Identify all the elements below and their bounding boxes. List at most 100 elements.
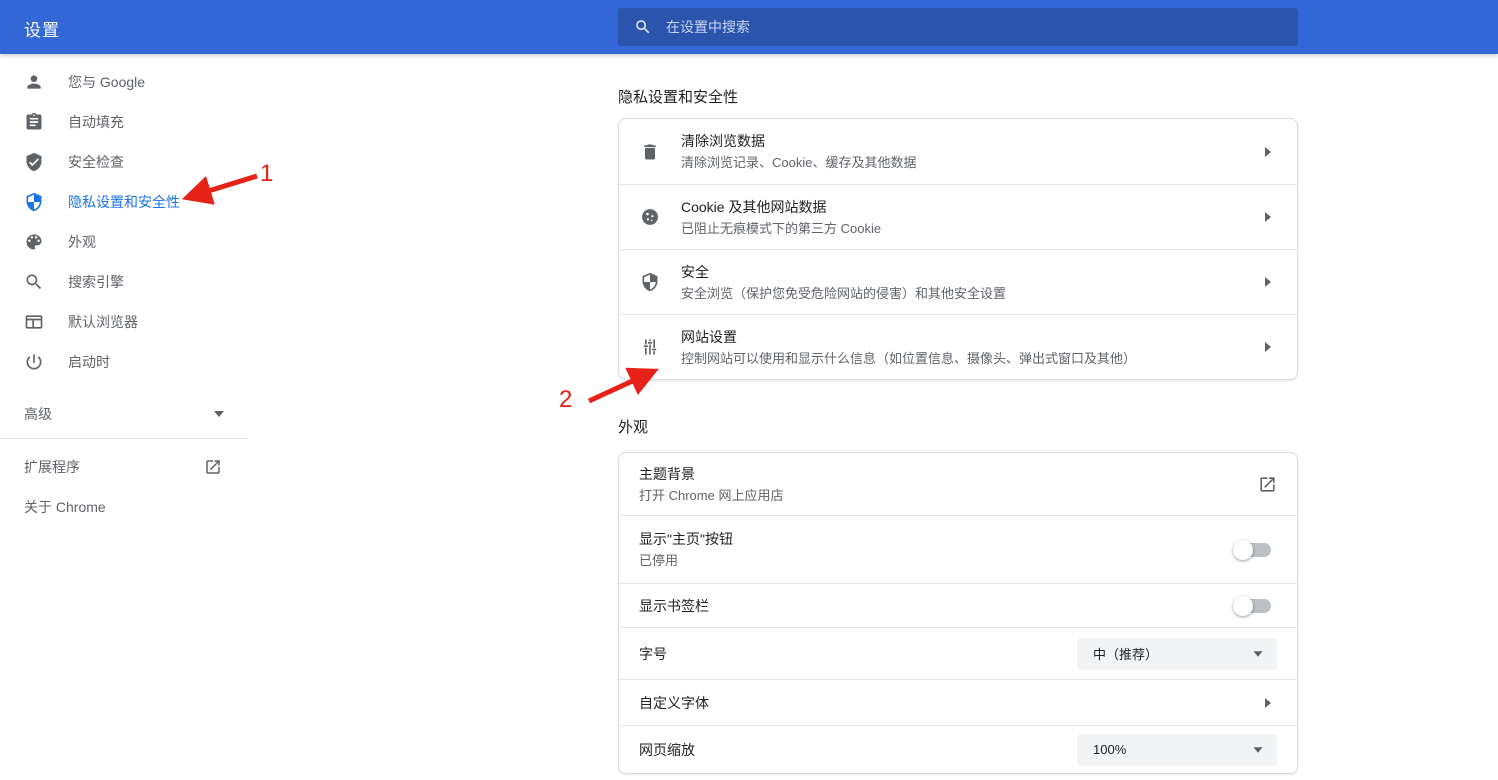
row-title: 自定义字体	[639, 694, 709, 711]
cookie-icon	[639, 206, 661, 228]
search-engine-icon	[24, 272, 44, 292]
row-title: 清除浏览数据	[681, 133, 765, 149]
row-theme[interactable]: 主题背景 打开 Chrome 网上应用店	[619, 453, 1297, 515]
sidebar-item-label: 搜索引擎	[68, 274, 124, 290]
row-text: 字号	[639, 645, 1077, 663]
row-title: 字号	[639, 645, 667, 662]
sidebar-item-autofill[interactable]: 自动填充	[0, 102, 248, 142]
home-button-toggle[interactable]	[1233, 539, 1271, 560]
sidebar-divider	[0, 438, 248, 439]
power-icon	[24, 352, 44, 372]
shield-icon	[639, 271, 661, 293]
row-clear-browsing-data[interactable]: 清除浏览数据 清除浏览记录、Cookie、缓存及其他数据	[619, 119, 1297, 184]
trash-icon	[639, 141, 661, 163]
chevron-right-icon	[1265, 212, 1271, 222]
chevron-down-icon	[1253, 746, 1263, 753]
external-link-icon	[206, 460, 220, 474]
sidebar-item-label: 隐私设置和安全性	[68, 194, 180, 210]
row-font-size: 字号 中（推荐）	[619, 627, 1297, 679]
row-text: 网页缩放	[639, 741, 1077, 759]
advanced-label: 高级	[24, 406, 52, 422]
chevron-right-icon	[1265, 146, 1271, 157]
row-title: 主题背景	[639, 465, 695, 482]
sidebar: 您与 Google 自动填充 安全检查 隐私设置和安全性 外观 搜索引擎 默认浏…	[0, 54, 248, 527]
row-title: 显示"主页"按钮	[639, 531, 733, 547]
annotation-number-2: 2	[559, 386, 573, 413]
row-cookies[interactable]: Cookie 及其他网站数据 已阻止无痕模式下的第三方 Cookie	[619, 184, 1297, 249]
sidebar-item-label: 安全检查	[68, 154, 124, 170]
extensions-label: 扩展程序	[24, 459, 80, 475]
chevron-down-icon	[1253, 650, 1263, 657]
header-toolbar: 设置	[0, 0, 1498, 54]
sidebar-item-on-startup[interactable]: 启动时	[0, 342, 248, 382]
row-title: 显示书签栏	[639, 597, 709, 614]
chevron-right-icon	[1265, 277, 1271, 287]
row-subtitle: 已停用	[639, 553, 679, 568]
sidebar-item-label: 您与 Google	[68, 74, 146, 90]
chevron-down-icon	[214, 411, 224, 417]
page-zoom-select[interactable]: 100%	[1077, 733, 1277, 766]
font-size-select[interactable]: 中（推荐）	[1077, 637, 1277, 670]
row-text: 显示"主页"按钮 已停用	[639, 530, 1237, 569]
row-subtitle: 安全浏览（保护您免受危险网站的侵害）和其他安全设置	[681, 285, 1007, 301]
sidebar-item-search-engine[interactable]: 搜索引擎	[0, 262, 248, 302]
main-content: 隐私设置和安全性 清除浏览数据 清除浏览记录、Cookie、缓存及其他数据 Co…	[618, 54, 1298, 774]
row-security[interactable]: 安全 安全浏览（保护您免受危险网站的侵害）和其他安全设置	[619, 249, 1297, 314]
row-show-home-button[interactable]: 显示"主页"按钮 已停用	[619, 515, 1297, 583]
appearance-section-title: 外观	[618, 419, 649, 436]
sidebar-advanced-expander[interactable]: 高级	[0, 390, 248, 438]
row-text: 清除浏览数据 清除浏览记录、Cookie、缓存及其他数据	[681, 132, 1265, 171]
row-customize-fonts[interactable]: 自定义字体	[619, 679, 1297, 725]
chevron-right-icon	[1265, 697, 1271, 708]
privacy-shield-icon	[24, 192, 44, 212]
sidebar-item-you-and-google[interactable]: 您与 Google	[0, 62, 248, 102]
row-title: 网站设置	[681, 328, 737, 345]
row-text: 自定义字体	[639, 694, 1265, 712]
sidebar-item-privacy-and-security[interactable]: 隐私设置和安全性	[0, 182, 248, 222]
row-text: Cookie 及其他网站数据 已阻止无痕模式下的第三方 Cookie	[681, 198, 1265, 237]
page-zoom-value: 100%	[1093, 742, 1127, 757]
row-text: 显示书签栏	[639, 597, 1237, 615]
external-link-icon	[1260, 476, 1275, 492]
autofill-icon	[24, 112, 44, 132]
sidebar-item-label: 外观	[68, 234, 96, 250]
sidebar-item-label: 启动时	[68, 354, 110, 370]
annotation-number-1: 1	[260, 160, 274, 187]
palette-icon	[24, 232, 44, 252]
row-subtitle: 控制网站可以使用和显示什么信息（如位置信息、摄像头、弹出式窗口及其他）	[681, 350, 1137, 366]
page-title: 设置	[24, 21, 60, 40]
row-site-settings[interactable]: 网站设置 控制网站可以使用和显示什么信息（如位置信息、摄像头、弹出式窗口及其他）	[619, 314, 1297, 379]
settings-search-box[interactable]	[618, 8, 1298, 46]
row-text: 网站设置 控制网站可以使用和显示什么信息（如位置信息、摄像头、弹出式窗口及其他）	[681, 328, 1265, 367]
sidebar-item-extensions[interactable]: 扩展程序	[0, 447, 248, 487]
privacy-card: 清除浏览数据 清除浏览记录、Cookie、缓存及其他数据 Cookie 及其他网…	[618, 118, 1298, 380]
row-page-zoom: 网页缩放 100%	[619, 725, 1297, 773]
toggle-knob	[1233, 595, 1253, 616]
sidebar-item-default-browser[interactable]: 默认浏览器	[0, 302, 248, 342]
row-title: 安全	[681, 263, 709, 280]
row-subtitle: 已阻止无痕模式下的第三方 Cookie	[681, 220, 882, 236]
row-text: 主题背景 打开 Chrome 网上应用店	[639, 465, 1258, 504]
sidebar-item-label: 默认浏览器	[68, 314, 138, 330]
search-input[interactable]	[666, 19, 1226, 35]
about-label: 关于 Chrome	[24, 499, 106, 515]
sidebar-item-safety-check[interactable]: 安全检查	[0, 142, 248, 182]
row-show-bookmarks-bar[interactable]: 显示书签栏	[619, 583, 1297, 627]
bookmarks-bar-toggle[interactable]	[1233, 595, 1271, 616]
font-size-value: 中（推荐）	[1093, 647, 1159, 662]
sidebar-item-about-chrome[interactable]: 关于 Chrome	[0, 487, 248, 527]
row-title: 网页缩放	[639, 741, 695, 758]
sidebar-item-appearance[interactable]: 外观	[0, 222, 248, 262]
tune-icon	[639, 336, 661, 358]
search-icon	[636, 20, 650, 34]
row-subtitle: 打开 Chrome 网上应用店	[639, 487, 784, 503]
row-subtitle: 清除浏览记录、Cookie、缓存及其他数据	[681, 155, 917, 170]
chevron-right-icon	[1265, 342, 1271, 352]
sidebar-item-label: 自动填充	[68, 114, 124, 130]
appearance-card: 主题背景 打开 Chrome 网上应用店 显示"主页"按钮 已停用 显示书签栏	[618, 452, 1298, 774]
person-icon	[24, 72, 44, 92]
privacy-section-title: 隐私设置和安全性	[618, 89, 739, 106]
toggle-knob	[1233, 539, 1253, 560]
browser-icon	[24, 312, 44, 332]
safety-check-icon	[24, 152, 44, 172]
